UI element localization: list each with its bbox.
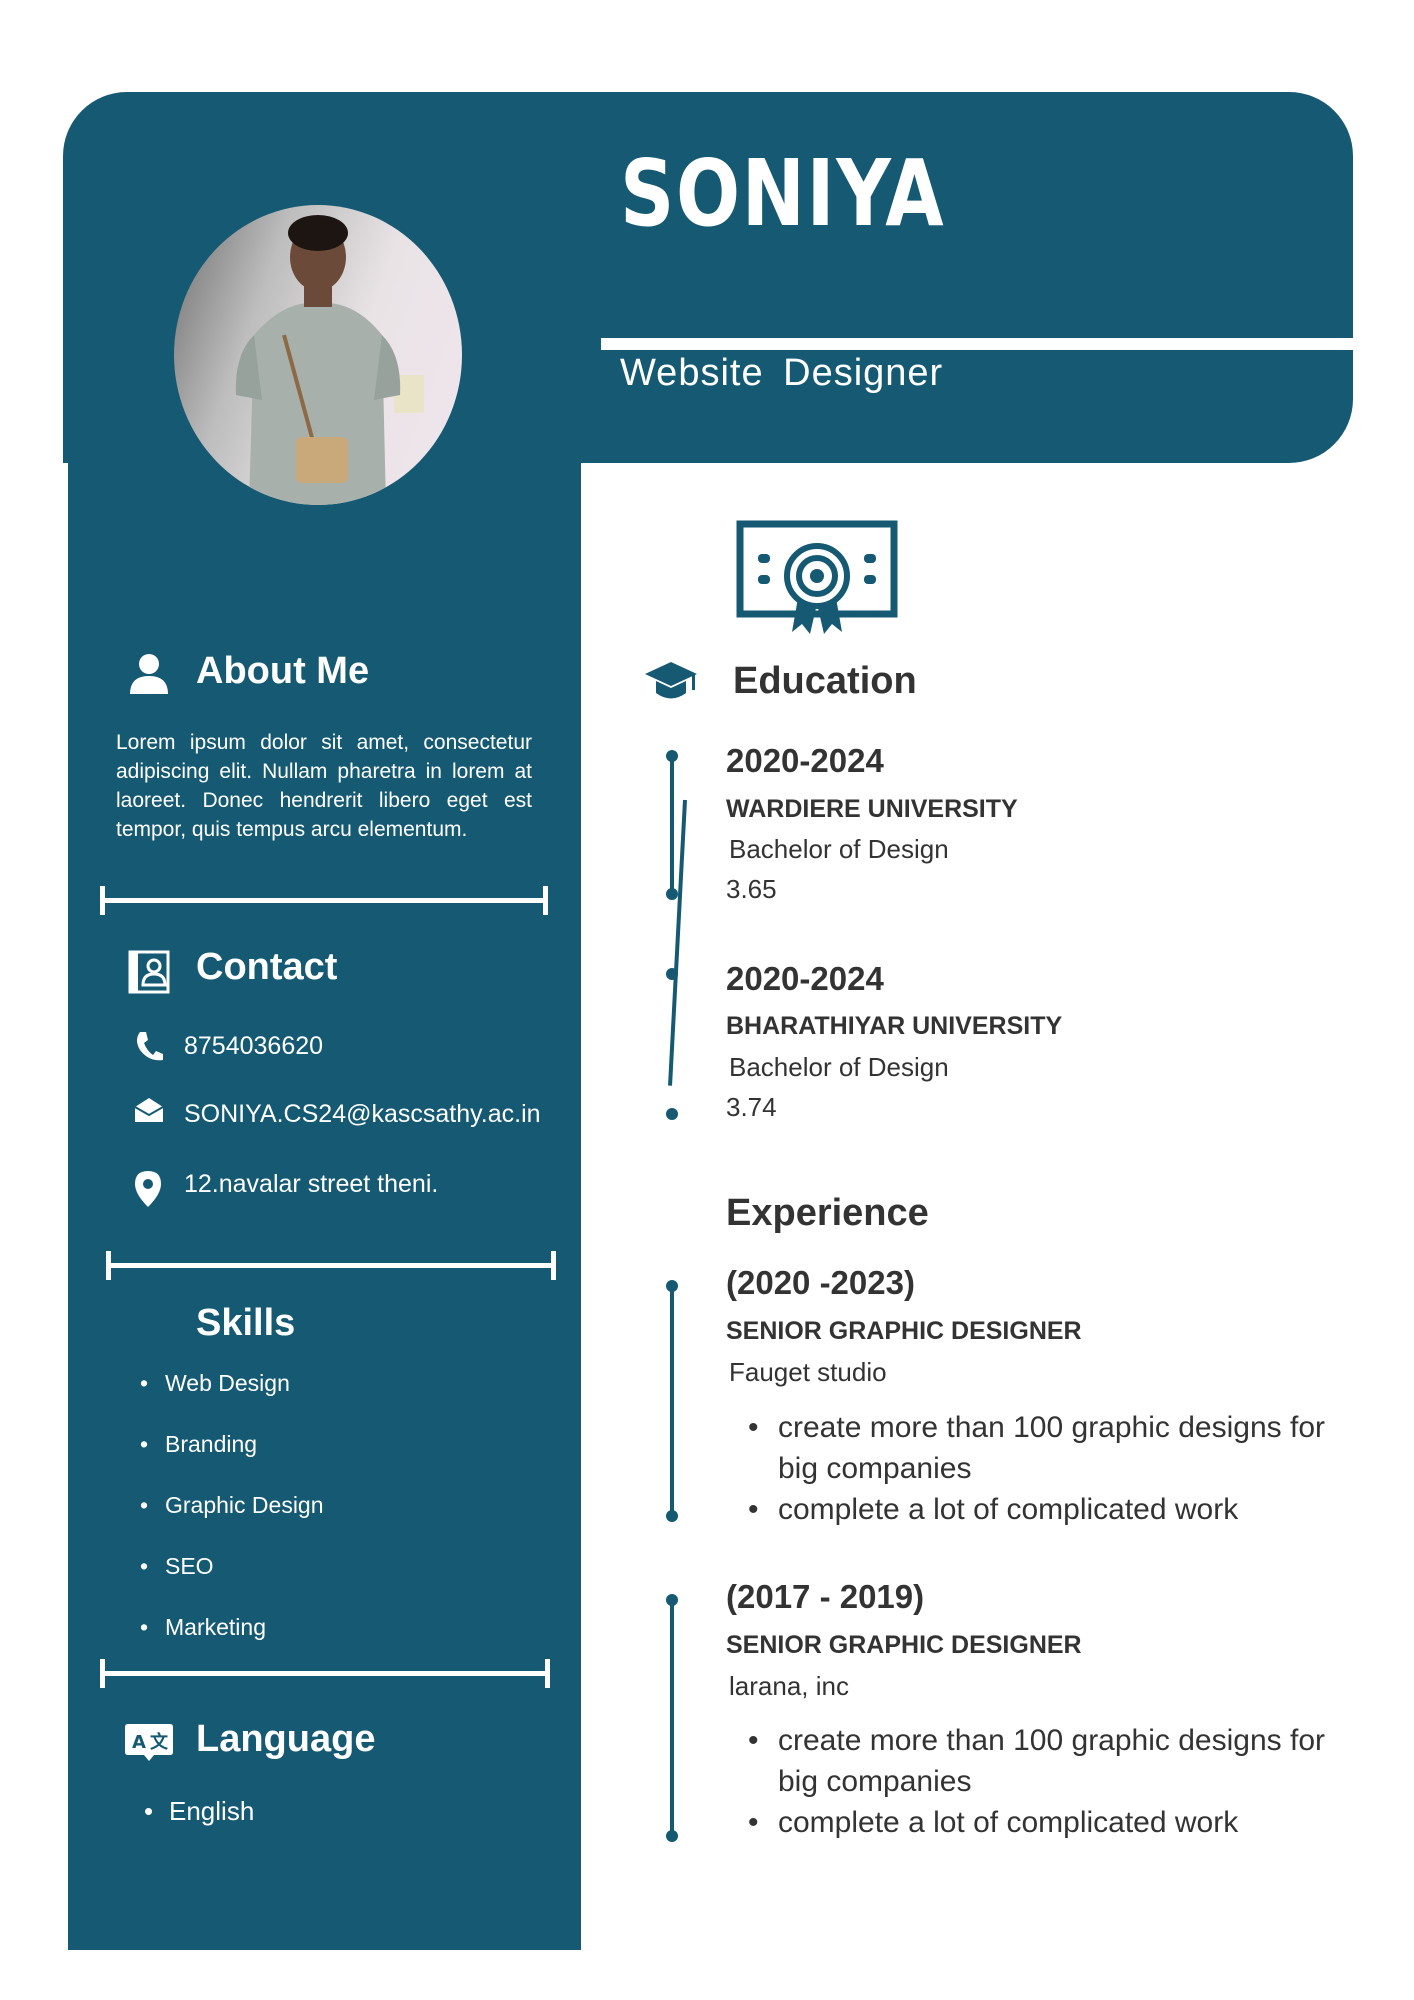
experience-company: larana, inc bbox=[729, 1671, 849, 1701]
skills-list: Web Design Branding Graphic Design SEO M… bbox=[140, 1370, 324, 1675]
about-heading: About Me bbox=[196, 650, 370, 692]
experience-bullets: create more than 100 graphic designs for… bbox=[748, 1720, 1328, 1843]
section-divider bbox=[100, 1659, 550, 1688]
contact-book-icon bbox=[128, 950, 170, 999]
contact-heading: Contact bbox=[196, 946, 338, 988]
candidate-name: SONIYA bbox=[620, 140, 946, 247]
job-title: Website Designer bbox=[620, 352, 944, 394]
skill-item: Web Design bbox=[140, 1370, 324, 1431]
section-divider bbox=[106, 1251, 556, 1280]
timeline-dot bbox=[666, 1280, 678, 1292]
timeline-dot bbox=[666, 1830, 678, 1842]
email-address[interactable]: SONIYA.CS24@kascsathy.ac.in bbox=[184, 1096, 560, 1132]
svg-text:A: A bbox=[132, 1732, 146, 1753]
skill-item: SEO bbox=[140, 1553, 324, 1614]
skill-item: Marketing bbox=[140, 1614, 324, 1675]
timeline-dot bbox=[666, 1594, 678, 1606]
svg-text:文: 文 bbox=[150, 1731, 169, 1753]
language-heading: Language bbox=[196, 1718, 376, 1760]
timeline-line bbox=[670, 1286, 674, 1518]
education-years: 2020-2024 bbox=[726, 742, 884, 779]
experience-bullet: complete a lot of complicated work bbox=[748, 1802, 1328, 1843]
translate-icon: A 文 bbox=[124, 1722, 174, 1767]
about-text: Lorem ipsum dolor sit amet, consectetur … bbox=[116, 731, 532, 841]
experience-role: SENIOR GRAPHIC DESIGNER bbox=[726, 1317, 1082, 1345]
phone-number[interactable]: 8754036620 bbox=[184, 1032, 323, 1061]
education-degree: Bachelor of Design bbox=[729, 834, 949, 864]
timeline-dot bbox=[666, 1510, 678, 1522]
timeline-dot bbox=[666, 888, 678, 900]
experience-bullets: create more than 100 graphic designs for… bbox=[748, 1407, 1328, 1530]
experience-years: (2017 - 2019) bbox=[726, 1578, 925, 1615]
education-heading: Education bbox=[733, 660, 917, 702]
skills-heading: Skills bbox=[196, 1302, 296, 1344]
experience-bullet: complete a lot of complicated work bbox=[748, 1489, 1328, 1530]
timeline-line bbox=[670, 1600, 674, 1836]
language-list: English bbox=[144, 1796, 254, 1857]
skill-item: Branding bbox=[140, 1431, 324, 1492]
education-school: BHARATHIYAR UNIVERSITY bbox=[726, 1012, 1063, 1040]
address: 12.navalar street theni. bbox=[184, 1170, 439, 1198]
education-school: WARDIERE UNIVERSITY bbox=[726, 795, 1018, 823]
timeline-dot bbox=[666, 968, 678, 980]
experience-bullet: create more than 100 graphic designs for… bbox=[748, 1407, 1328, 1489]
education-gpa: 3.74 bbox=[726, 1092, 777, 1122]
timeline-dot bbox=[666, 1108, 678, 1120]
experience-company: Fauget studio bbox=[729, 1357, 887, 1387]
section-divider bbox=[100, 886, 548, 915]
profile-photo bbox=[174, 205, 462, 505]
header-divider bbox=[601, 338, 1353, 350]
phone-icon bbox=[134, 1030, 164, 1067]
education-years: 2020-2024 bbox=[726, 960, 884, 997]
user-icon bbox=[128, 652, 170, 699]
experience-role: SENIOR GRAPHIC DESIGNER bbox=[726, 1631, 1082, 1659]
sidebar bbox=[68, 380, 581, 1950]
timeline-line bbox=[670, 756, 674, 894]
experience-bullet: create more than 100 graphic designs for… bbox=[748, 1720, 1328, 1802]
experience-heading: Experience bbox=[726, 1192, 929, 1234]
education-degree: Bachelor of Design bbox=[729, 1052, 949, 1082]
location-pin-icon bbox=[134, 1170, 162, 1213]
language-item: English bbox=[144, 1796, 254, 1857]
mail-icon bbox=[134, 1097, 164, 1128]
graduation-cap-icon bbox=[644, 660, 698, 709]
education-gpa: 3.65 bbox=[726, 874, 777, 904]
experience-years: (2020 -2023) bbox=[726, 1264, 915, 1301]
skill-item: Graphic Design bbox=[140, 1492, 324, 1553]
certificate-icon bbox=[736, 520, 898, 641]
